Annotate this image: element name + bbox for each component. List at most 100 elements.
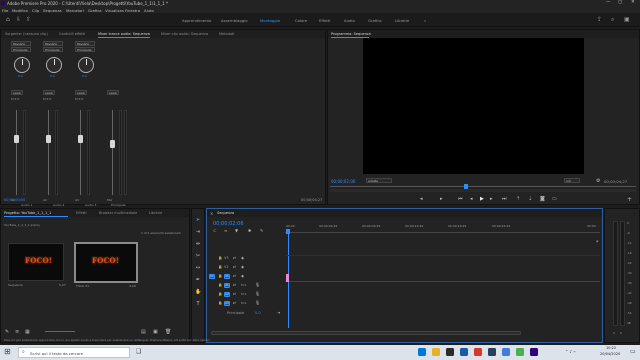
resolution-dropdown[interactable]: 1/2: [564, 178, 580, 183]
route-dropdown[interactable]: Principale: [11, 47, 31, 52]
file-explorer-icon[interactable]: [432, 348, 440, 356]
eye-icon[interactable]: ◉: [241, 265, 244, 269]
project-item-titolo-01[interactable]: FOCO!: [74, 242, 138, 283]
mute-solo[interactable]: M S: [241, 301, 246, 305]
timeline-settings-icon[interactable]: ✱: [248, 228, 251, 233]
workspace-colore[interactable]: Colore: [295, 18, 307, 23]
volume-fader[interactable]: [78, 135, 83, 143]
volume-fader[interactable]: [46, 135, 51, 143]
sync-icon[interactable]: ⇄: [233, 256, 236, 260]
track-target[interactable]: V1: [224, 274, 230, 279]
workspace-more[interactable]: »: [424, 18, 426, 23]
workspace-apprendimento[interactable]: Apprendimento: [182, 18, 211, 23]
task-view-icon[interactable]: ❑: [136, 348, 141, 355]
pan-knob[interactable]: [46, 57, 62, 73]
share-icon[interactable]: ⇪: [597, 16, 602, 23]
mark-in-icon[interactable]: ◂: [420, 196, 423, 202]
mute-solo[interactable]: M S: [241, 292, 246, 296]
lock-icon[interactable]: 🔒: [218, 274, 222, 278]
master-volume-value[interactable]: 0.0: [255, 311, 261, 315]
extract-icon[interactable]: ⇣: [528, 196, 532, 202]
fit-dropdown[interactable]: Adatta: [366, 178, 392, 183]
timeline-zoom-scroll[interactable]: [211, 331, 521, 335]
close-sequence-icon[interactable]: ×: [210, 211, 213, 216]
ripple-edit-tool-icon[interactable]: ⇹: [195, 241, 201, 247]
track-target[interactable]: A2: [224, 292, 230, 297]
import-icon[interactable]: ⇩: [16, 16, 21, 23]
project-item-sequenza[interactable]: FOCO!: [8, 243, 64, 281]
menu-modifica[interactable]: Modifica: [12, 8, 28, 13]
workspace-grafica[interactable]: Grafica: [368, 18, 382, 23]
list-view-icon[interactable]: ≡: [15, 329, 19, 335]
razor-tool-icon[interactable]: ✂: [195, 253, 201, 259]
microphone-icon[interactable]: 🎙: [255, 291, 260, 296]
time-ruler[interactable]: 00;00 00;00;04;29 00;00;09;29 00;00;14;2…: [285, 223, 600, 235]
step-forward-icon[interactable]: ▸: [490, 196, 493, 202]
tab-program[interactable]: Programma: Sequenza: [331, 32, 371, 36]
system-tray-icons[interactable]: ⌃ ♪ ⌁: [565, 349, 576, 354]
step-back-icon[interactable]: ◂: [470, 196, 473, 202]
wrench-icon[interactable]: ⚙: [596, 178, 600, 184]
mute-solo[interactable]: M S: [241, 283, 246, 287]
timeline-timecode[interactable]: 00;00;02;06: [213, 221, 244, 227]
snap-icon[interactable]: ⊂: [213, 228, 216, 233]
sync-icon[interactable]: ⇄: [233, 292, 236, 296]
edge-icon[interactable]: [418, 348, 426, 356]
export-frame-icon[interactable]: ◙: [540, 196, 545, 202]
mark-out-icon[interactable]: ▸: [440, 196, 443, 202]
track-target[interactable]: A3: [224, 301, 230, 306]
pen-icon[interactable]: ✎: [5, 329, 9, 335]
windows-start-icon[interactable]: ⊞: [4, 348, 11, 356]
export-icon[interactable]: ⇧: [26, 16, 31, 23]
tab-audio-track-mixer[interactable]: Mixer tracce audio: Sequenza: [98, 32, 150, 36]
sync-icon[interactable]: ⇄: [233, 301, 236, 305]
menu-finestra[interactable]: Finestra: [125, 8, 140, 13]
program-timecode[interactable]: 00;00;02;06: [331, 179, 355, 184]
notification-center-icon[interactable]: ▭: [630, 348, 636, 355]
tab-project[interactable]: Progetto: YouTube_1_1_1_1: [4, 211, 51, 215]
mute-solo-record[interactable]: M S R: [75, 97, 83, 101]
selection-tool-icon[interactable]: ➤: [195, 217, 201, 223]
workspace-effetti[interactable]: Effetti: [319, 18, 330, 23]
solo-right-button[interactable]: S: [620, 331, 622, 335]
premiere-taskbar-icon[interactable]: [530, 348, 538, 356]
program-viewer[interactable]: [363, 38, 584, 174]
workspace-montaggio[interactable]: Montaggio: [260, 18, 280, 23]
lock-icon[interactable]: 🔒: [218, 301, 222, 305]
microphone-icon[interactable]: 🎙: [255, 300, 260, 305]
search-icon[interactable]: ⌕: [611, 16, 614, 24]
automation-mode[interactable]: Leggi: [107, 90, 119, 95]
slip-tool-icon[interactable]: ↔: [195, 265, 201, 271]
go-to-out-icon[interactable]: ⏭: [502, 196, 507, 202]
mixer-timecode[interactable]: 00;00;00;00: [4, 198, 25, 202]
icon-view-icon[interactable]: ▦: [25, 329, 30, 335]
add-button-icon[interactable]: +: [627, 196, 632, 203]
tab-effect-controls[interactable]: Controlli effetti: [59, 32, 85, 36]
title-clip[interactable]: [286, 274, 289, 282]
add-marker-icon[interactable]: ▼: [235, 228, 238, 233]
tab-sequence[interactable]: Sequenza: [217, 211, 234, 215]
zoom-scroll[interactable]: [330, 189, 636, 192]
route-dropdown[interactable]: Principale: [43, 47, 63, 52]
new-bin-icon[interactable]: ▤: [141, 329, 146, 335]
tab-source[interactable]: Sorgente: (nessuna clip): [5, 32, 48, 36]
pan-value[interactable]: 0.0: [50, 74, 55, 78]
menu-grafica[interactable]: Grafica: [88, 8, 102, 13]
program-scrub-bar[interactable]: [330, 186, 636, 187]
zoom-slider[interactable]: [45, 331, 75, 332]
menu-marcatori[interactable]: Marcatori: [66, 8, 84, 13]
workspace-audio[interactable]: Audio: [344, 18, 355, 23]
sync-icon[interactable]: ⇄: [233, 283, 236, 287]
lock-icon[interactable]: 🔒: [218, 265, 222, 269]
automation-mode[interactable]: Leggi: [43, 90, 55, 95]
lift-icon[interactable]: ⇡: [516, 196, 520, 202]
go-to-in-icon[interactable]: ⏮: [458, 196, 463, 202]
source-patch-v1[interactable]: V1: [209, 274, 215, 279]
pan-value[interactable]: 0.0: [82, 74, 87, 78]
lock-icon[interactable]: 🔒: [218, 283, 222, 287]
menu-visualizza[interactable]: Visualizza: [105, 8, 124, 13]
close-button[interactable]: ✕: [631, 0, 635, 5]
tab-audio-clip-mixer[interactable]: Mixer clip audio: Sequenza: [161, 32, 208, 36]
notifications-icon[interactable]: ▣: [624, 16, 630, 23]
eye-icon[interactable]: ◉: [241, 256, 244, 260]
